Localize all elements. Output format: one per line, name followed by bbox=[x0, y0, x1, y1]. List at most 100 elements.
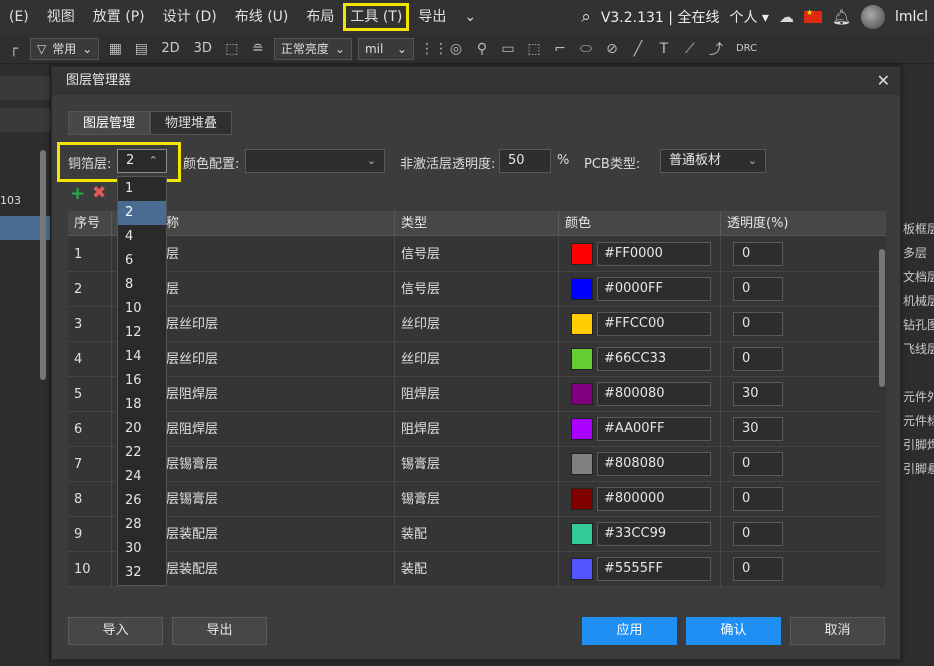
table-row[interactable]: 1 层信号层 #FF0000 0 bbox=[68, 237, 878, 272]
target-icon[interactable]: ◎ bbox=[446, 41, 466, 57]
dropdown-option[interactable]: 18 bbox=[118, 393, 166, 417]
color-swatch[interactable] bbox=[571, 278, 593, 300]
dropdown-option[interactable]: 12 bbox=[118, 321, 166, 345]
table-scrollbar[interactable] bbox=[878, 237, 886, 587]
menu-more[interactable]: ⌄ bbox=[455, 0, 485, 34]
line-icon[interactable]: ╱ bbox=[628, 41, 648, 57]
view-2d-button[interactable]: 2D bbox=[157, 41, 183, 56]
table-row[interactable]: 6 层阻焊层 阻焊层 #AA00FF 30 bbox=[68, 412, 878, 447]
forbid-icon[interactable]: ⊘ bbox=[602, 41, 622, 57]
dropdown-option[interactable]: 8 bbox=[118, 273, 166, 297]
color-swatch[interactable] bbox=[571, 488, 593, 510]
account-menu[interactable]: 个人 ▾ bbox=[729, 7, 768, 27]
avatar[interactable] bbox=[860, 5, 885, 29]
ellipse-icon[interactable]: ⬭ bbox=[576, 41, 596, 57]
dropdown-option[interactable]: 20 bbox=[118, 417, 166, 441]
dash-rect-icon[interactable]: ⬚ bbox=[524, 41, 544, 57]
dropdown-option[interactable]: 6 bbox=[118, 249, 166, 273]
dropdown-option[interactable]: 22 bbox=[118, 441, 166, 465]
table-row[interactable]: 8 层锡膏层 锡膏层 #800000 0 bbox=[68, 482, 878, 517]
table-row[interactable]: 10 层装配层 装配 #5555FF 0 bbox=[68, 552, 878, 587]
color-hex-input[interactable]: #66CC33 bbox=[597, 347, 711, 371]
table-row[interactable]: 4 层丝印层 丝印层 #66CC33 0 bbox=[68, 342, 878, 377]
layer-icon[interactable]: ≘ bbox=[248, 41, 268, 57]
dropdown-option[interactable]: 24 bbox=[118, 465, 166, 489]
dropdown-option[interactable]: 2 bbox=[118, 201, 166, 225]
color-hex-input[interactable]: #33CC99 bbox=[597, 522, 711, 546]
bell-icon[interactable]: 🔔︎ bbox=[832, 8, 851, 26]
color-hex-input[interactable]: #AA00FF bbox=[597, 417, 711, 441]
color-swatch[interactable] bbox=[571, 453, 593, 475]
menu-route[interactable]: 布线 (U) bbox=[226, 0, 298, 34]
opacity-input[interactable]: 30 bbox=[733, 417, 783, 441]
tab-layer-management[interactable]: 图层管理 bbox=[68, 111, 151, 135]
text-icon[interactable]: T bbox=[654, 41, 674, 57]
color-hex-input[interactable]: #FF0000 bbox=[597, 242, 711, 266]
color-swatch[interactable] bbox=[571, 418, 593, 440]
opacity-input[interactable]: 0 bbox=[733, 522, 783, 546]
color-hex-input[interactable]: #FFCC00 bbox=[597, 312, 711, 336]
drc-button[interactable]: DRC bbox=[732, 43, 761, 54]
color-hex-input[interactable]: #800080 bbox=[597, 382, 711, 406]
find-icon[interactable]: ▤ bbox=[131, 41, 151, 57]
table-row[interactable]: 5 层阻焊层 阻焊层 #800080 30 bbox=[68, 377, 878, 412]
dropdown-option[interactable]: 1 bbox=[118, 177, 166, 201]
tab-physical-stackup[interactable]: 物理堆叠 bbox=[150, 111, 233, 135]
unit-select[interactable]: mil ⌄ bbox=[357, 37, 414, 60]
flag-icon[interactable] bbox=[803, 8, 822, 23]
dropdown-option[interactable]: 10 bbox=[118, 297, 166, 321]
menu-export[interactable]: 导出 bbox=[409, 0, 455, 34]
dropdown-option[interactable]: 32 bbox=[118, 561, 166, 585]
rect-select-icon[interactable]: ▭ bbox=[498, 41, 518, 57]
table-row[interactable]: 2 层信号层 #0000FF 0 bbox=[68, 272, 878, 307]
apply-button[interactable]: 应用 bbox=[582, 617, 677, 645]
opacity-input[interactable]: 0 bbox=[733, 452, 783, 476]
cancel-button[interactable]: 取消 bbox=[790, 617, 885, 645]
scrollbar-thumb[interactable] bbox=[879, 249, 885, 387]
color-swatch[interactable] bbox=[571, 383, 593, 405]
menu-view[interactable]: 视图 bbox=[38, 0, 84, 34]
dropdown-option[interactable]: 4 bbox=[118, 225, 166, 249]
polyline-icon[interactable]: ⌐ bbox=[550, 41, 570, 57]
color-config-select[interactable]: ⌄ bbox=[245, 149, 385, 173]
brightness-select[interactable]: 正常亮度 ⌄ bbox=[273, 37, 352, 60]
pin-icon[interactable]: ⚲ bbox=[472, 41, 492, 57]
color-swatch[interactable] bbox=[571, 558, 593, 580]
color-swatch[interactable] bbox=[571, 313, 593, 335]
opacity-input[interactable]: 0 bbox=[733, 487, 783, 511]
menu-edit[interactable]: (E) bbox=[0, 0, 38, 34]
opacity-input[interactable]: 0 bbox=[733, 312, 783, 336]
filter-select[interactable]: ▽ 常用 ⌄ bbox=[30, 37, 100, 60]
color-hex-input[interactable]: #5555FF bbox=[597, 557, 711, 581]
opacity-input[interactable]: 0 bbox=[733, 557, 783, 581]
menu-place[interactable]: 放置 (P) bbox=[84, 0, 154, 34]
color-swatch[interactable] bbox=[571, 523, 593, 545]
inactive-opacity-input[interactable]: 50 bbox=[499, 149, 551, 173]
grid-dots-icon[interactable]: ⋮⋮ bbox=[420, 41, 448, 57]
dropdown-option[interactable]: 28 bbox=[118, 513, 166, 537]
zoom-area-icon[interactable]: ⬚ bbox=[222, 41, 242, 57]
dropdown-option[interactable]: 16 bbox=[118, 369, 166, 393]
opacity-input[interactable]: 0 bbox=[733, 277, 783, 301]
measure-icon[interactable]: ⟋ bbox=[680, 41, 700, 57]
menu-tools[interactable]: 工具 (T) bbox=[343, 3, 410, 31]
menu-layout[interactable]: 布局 bbox=[297, 0, 343, 34]
color-hex-input[interactable]: #808080 bbox=[597, 452, 711, 476]
opacity-input[interactable]: 30 bbox=[733, 382, 783, 406]
import-button[interactable]: 导入 bbox=[68, 617, 163, 645]
table-row[interactable]: 7 层锡膏层 锡膏层 #808080 0 bbox=[68, 447, 878, 482]
color-hex-input[interactable]: #800000 bbox=[597, 487, 711, 511]
pcb-type-select[interactable]: 普通板材 ⌄ bbox=[660, 149, 766, 173]
color-swatch[interactable] bbox=[571, 348, 593, 370]
grid-icon[interactable]: ▦ bbox=[105, 41, 125, 57]
export-icon[interactable]: ⤴ bbox=[706, 39, 726, 59]
confirm-button[interactable]: 确认 bbox=[686, 617, 781, 645]
export-button[interactable]: 导出 bbox=[172, 617, 267, 645]
close-icon[interactable]: ✕ bbox=[877, 71, 890, 90]
table-row[interactable]: 9 层装配层 装配 #33CC99 0 bbox=[68, 517, 878, 552]
left-panel-scrollbar[interactable] bbox=[40, 150, 46, 380]
plus-icon[interactable]: + bbox=[70, 183, 85, 204]
menu-design[interactable]: 设计 (D) bbox=[154, 0, 226, 34]
delete-icon[interactable]: ✖ bbox=[92, 183, 106, 203]
cloud-icon[interactable]: ☁ bbox=[779, 8, 794, 26]
